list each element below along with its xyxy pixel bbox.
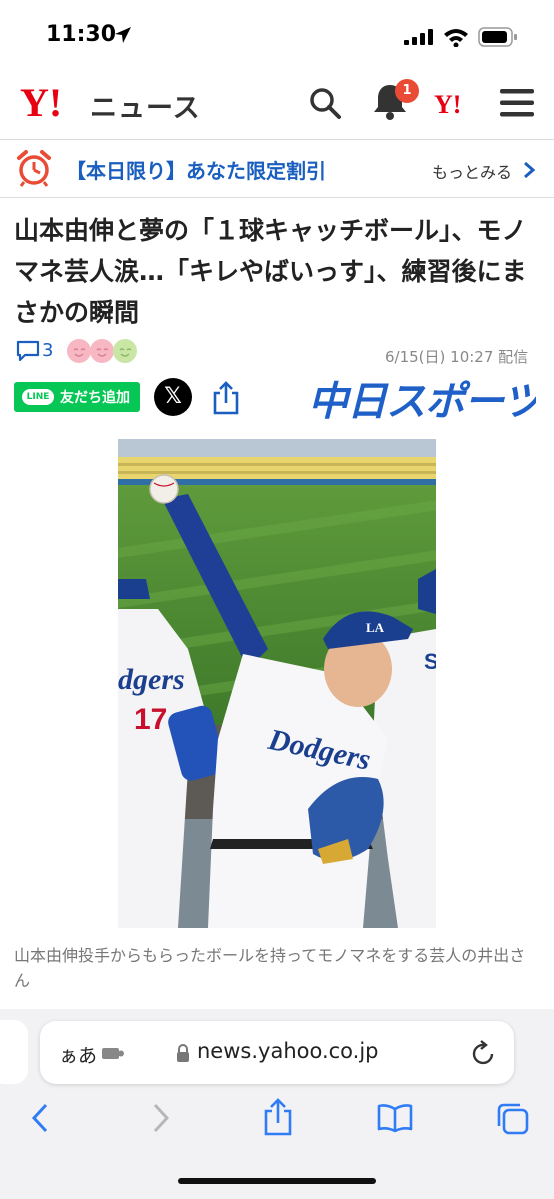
bookmarks-icon[interactable] [377, 1103, 413, 1133]
reaction-faces-icon[interactable] [66, 337, 142, 365]
promo-text[interactable]: 【本日限り】あなた限定割引 [66, 155, 326, 184]
battery-icon [478, 27, 517, 47]
location-arrow-icon [115, 27, 131, 43]
jersey-left-text: dgers [118, 663, 185, 696]
x-share-button[interactable]: 𝕏 [154, 378, 192, 416]
yahoo-logo[interactable]: Y! [20, 82, 88, 122]
yahoo-logo-text: Y! [20, 82, 62, 122]
yahoo-japan-id-icon[interactable]: Y! [434, 90, 478, 118]
extension-icon[interactable] [101, 1045, 125, 1061]
share-icon[interactable] [212, 381, 240, 415]
lock-icon [177, 1044, 189, 1062]
cellular-signal-icon [404, 29, 433, 45]
line-add-friend-label: 友だち追加 [60, 390, 130, 406]
promo-more-link[interactable]: もっとみる [432, 159, 512, 183]
back-chevron-icon[interactable] [30, 1102, 50, 1134]
publish-date: 6/15(日) 10:27 配信 [385, 348, 529, 366]
line-logo-icon: LINE [22, 389, 54, 405]
yj-icon-text: Y! [434, 90, 461, 118]
search-icon[interactable] [308, 86, 342, 120]
line-add-friend-button[interactable]: LINE 友だち追加 [14, 382, 140, 412]
promo-divider [0, 197, 554, 198]
comment-icon[interactable] [16, 340, 40, 362]
chevron-right-icon[interactable] [522, 160, 536, 180]
previous-tab-preview[interactable] [0, 1020, 28, 1084]
forward-chevron-icon[interactable] [151, 1102, 171, 1134]
page-settings-button[interactable]: ぁあ [59, 1041, 97, 1068]
header-brand: ニュース [90, 93, 201, 124]
browser-share-icon[interactable] [263, 1098, 293, 1136]
jersey-right-text: S [424, 649, 436, 674]
alarm-clock-icon [17, 150, 51, 187]
cap-letters: LA [366, 620, 385, 635]
chunichi-sports-logo[interactable]: 中日スポーツ [306, 371, 536, 423]
hamburger-menu-icon[interactable] [499, 88, 535, 118]
status-time: 11:30 [46, 22, 117, 47]
url-text[interactable]: news.yahoo.co.jp [197, 1039, 379, 1063]
wifi-icon [444, 29, 468, 47]
article-photo[interactable]: dgers 17 S Dodgers LA [118, 439, 436, 928]
comment-count[interactable]: 3 [42, 340, 53, 361]
jersey-left-number: 17 [134, 703, 167, 736]
tabs-overview-icon[interactable] [496, 1102, 530, 1136]
photo-caption: 山本由伸投手からもらったボールを持ってモノマネをする芸人の井出さん [14, 946, 526, 990]
source-logo-text: 中日スポーツ [308, 379, 536, 423]
reload-icon[interactable] [471, 1040, 497, 1068]
home-indicator [178, 1178, 376, 1184]
article-title: 山本由伸と夢の「１球キャッチボール」、モノマネ芸人涙…「キレやばいっす」、練習後… [14, 216, 527, 327]
notification-badge: 1 [395, 79, 419, 103]
header-divider [0, 139, 554, 140]
